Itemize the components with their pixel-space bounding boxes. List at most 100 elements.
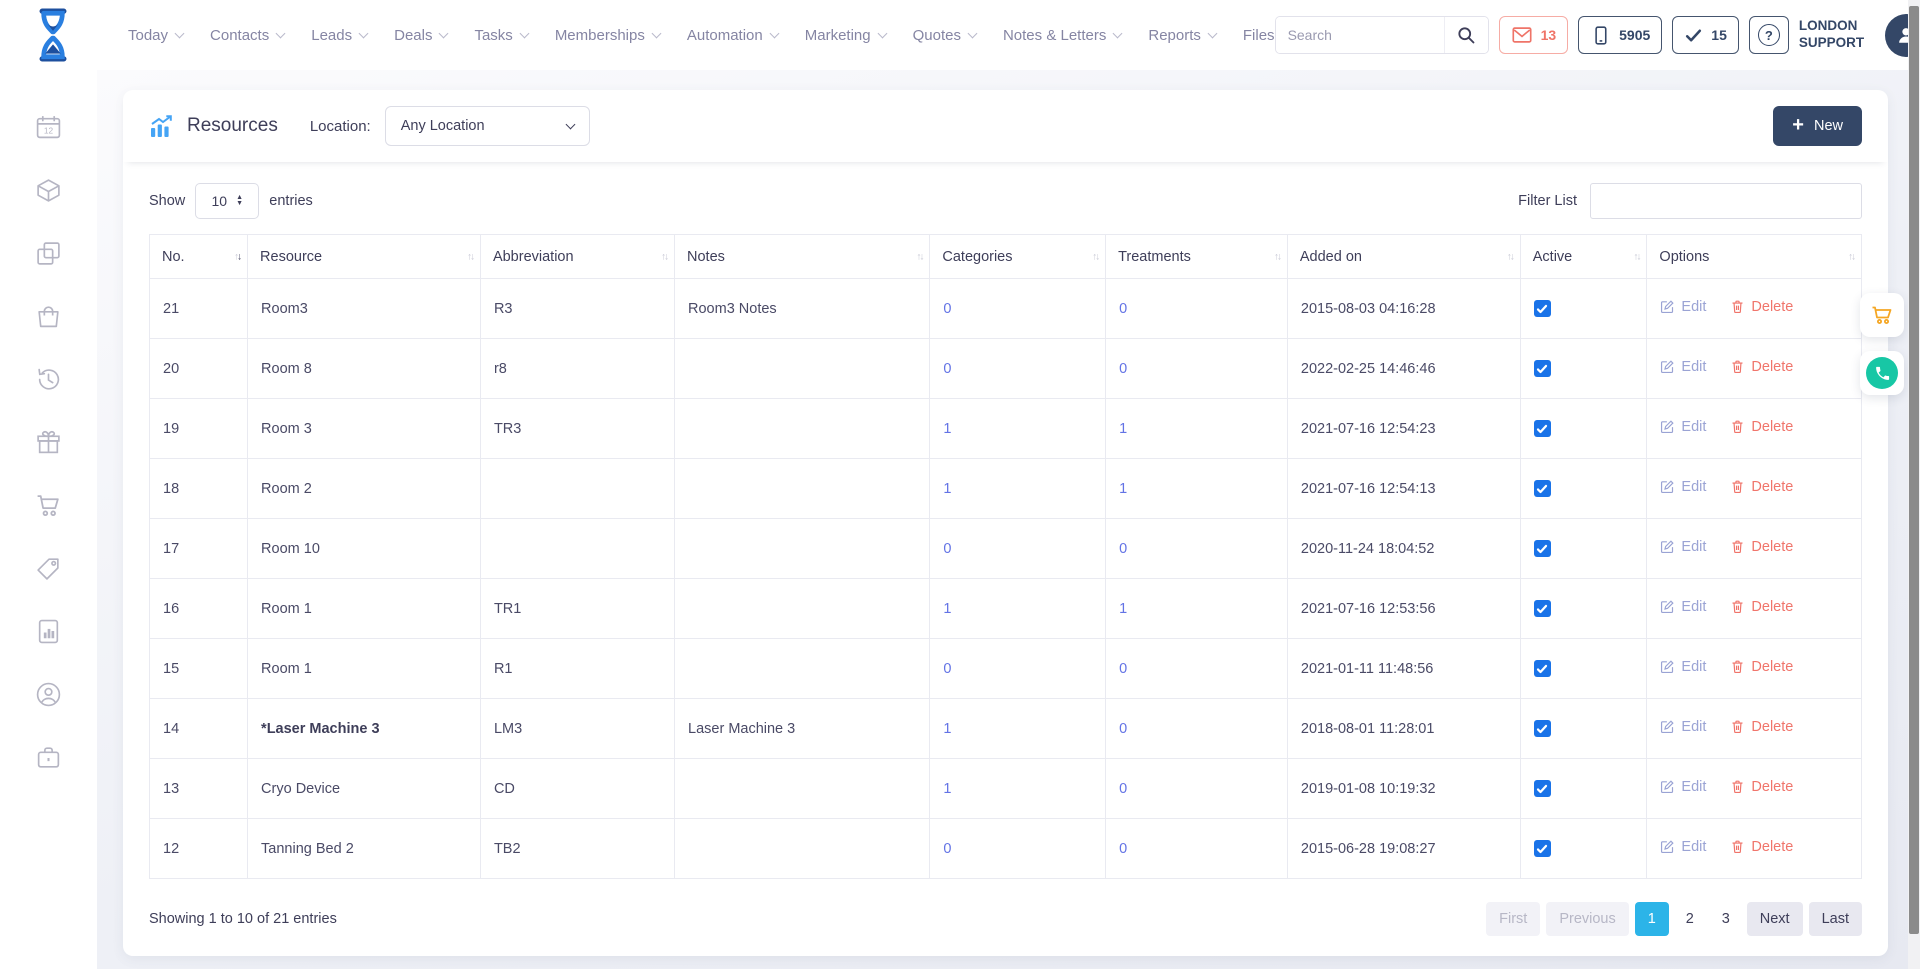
categories-count-link[interactable]: 0 [943, 661, 951, 677]
active-checkbox[interactable] [1534, 480, 1551, 497]
page-button-next[interactable]: Next [1747, 902, 1803, 936]
edit-button[interactable]: Edit [1660, 359, 1706, 375]
active-checkbox[interactable] [1534, 540, 1551, 557]
edit-button[interactable]: Edit [1660, 539, 1706, 555]
column-header-no-[interactable]: No.↑↓ [150, 235, 248, 279]
delete-button[interactable]: Delete [1730, 719, 1793, 735]
treatments-count-link[interactable]: 0 [1119, 661, 1127, 677]
treatments-count-link[interactable]: 0 [1119, 361, 1127, 377]
active-checkbox[interactable] [1534, 780, 1551, 797]
categories-count-link[interactable]: 0 [943, 841, 951, 857]
treatments-count-link[interactable]: 1 [1119, 481, 1127, 497]
column-header-active[interactable]: Active↑↓ [1520, 235, 1647, 279]
edit-button[interactable]: Edit [1660, 479, 1706, 495]
phone-notifications-badge[interactable]: 5905 [1578, 16, 1662, 54]
search-button[interactable] [1444, 17, 1488, 53]
app-logo[interactable] [30, 7, 76, 63]
tasks-badge[interactable]: 15 [1672, 16, 1739, 54]
treatments-count-link[interactable]: 0 [1119, 541, 1127, 557]
nav-item-contacts[interactable]: Contacts [210, 27, 284, 44]
filter-input[interactable] [1590, 183, 1862, 219]
mail-notifications-badge[interactable]: 13 [1499, 16, 1569, 54]
edit-button[interactable]: Edit [1660, 659, 1706, 675]
edit-button[interactable]: Edit [1660, 419, 1706, 435]
sidebar-item-gift[interactable] [35, 429, 62, 456]
delete-button[interactable]: Delete [1730, 539, 1793, 555]
nav-item-quotes[interactable]: Quotes [913, 27, 976, 44]
help-button[interactable]: ? [1749, 16, 1789, 54]
nav-item-memberships[interactable]: Memberships [555, 27, 660, 44]
categories-count-link[interactable]: 1 [943, 481, 951, 497]
active-checkbox[interactable] [1534, 420, 1551, 437]
page-button-1[interactable]: 1 [1635, 902, 1669, 936]
sidebar-item-case[interactable] [35, 744, 62, 771]
active-checkbox[interactable] [1534, 600, 1551, 617]
sidebar-item-tag[interactable] [35, 555, 62, 582]
treatments-count-link[interactable]: 1 [1119, 421, 1127, 437]
delete-button[interactable]: Delete [1730, 659, 1793, 675]
cart-floating-button[interactable] [1860, 293, 1904, 337]
edit-button[interactable]: Edit [1660, 719, 1706, 735]
sidebar-item-cart[interactable] [35, 492, 62, 519]
page-button-2[interactable]: 2 [1675, 902, 1705, 936]
edit-button[interactable]: Edit [1660, 299, 1706, 315]
sidebar-item-support[interactable] [35, 681, 62, 708]
sidebar-item-report[interactable] [35, 618, 62, 645]
active-checkbox[interactable] [1534, 360, 1551, 377]
delete-button[interactable]: Delete [1730, 479, 1793, 495]
active-checkbox[interactable] [1534, 720, 1551, 737]
active-checkbox[interactable] [1534, 840, 1551, 857]
edit-button[interactable]: Edit [1660, 599, 1706, 615]
column-header-added-on[interactable]: Added on↑↓ [1287, 235, 1520, 279]
delete-button[interactable]: Delete [1730, 839, 1793, 855]
nav-item-deals[interactable]: Deals [394, 27, 447, 44]
new-resource-button[interactable]: + New [1773, 106, 1862, 146]
nav-item-tasks[interactable]: Tasks [474, 27, 527, 44]
sidebar-item-bag[interactable] [35, 303, 62, 330]
treatments-count-link[interactable]: 0 [1119, 301, 1127, 317]
treatments-count-link[interactable]: 0 [1119, 721, 1127, 737]
treatments-count-link[interactable]: 0 [1119, 781, 1127, 797]
delete-button[interactable]: Delete [1730, 359, 1793, 375]
delete-button[interactable]: Delete [1730, 299, 1793, 315]
categories-count-link[interactable]: 1 [943, 601, 951, 617]
search-input[interactable] [1276, 17, 1444, 53]
categories-count-link[interactable]: 1 [943, 781, 951, 797]
sidebar-item-calendar[interactable]: 12 [35, 114, 62, 141]
nav-item-reports[interactable]: Reports [1148, 27, 1216, 44]
page-size-select[interactable]: 10 ▲▼ [195, 183, 259, 219]
nav-item-leads[interactable]: Leads [311, 27, 367, 44]
page-button-previous[interactable]: Previous [1546, 902, 1628, 936]
scrollbar-thumb[interactable] [1909, 6, 1919, 934]
column-header-treatments[interactable]: Treatments↑↓ [1106, 235, 1288, 279]
categories-count-link[interactable]: 1 [943, 721, 951, 737]
column-header-options[interactable]: Options↑↓ [1647, 235, 1862, 279]
categories-count-link[interactable]: 0 [943, 541, 951, 557]
sidebar-item-package[interactable] [35, 177, 62, 204]
delete-button[interactable]: Delete [1730, 419, 1793, 435]
nav-item-notes-letters[interactable]: Notes & Letters [1003, 27, 1121, 44]
categories-count-link[interactable]: 0 [943, 301, 951, 317]
page-button-first[interactable]: First [1486, 902, 1540, 936]
edit-button[interactable]: Edit [1660, 839, 1706, 855]
nav-item-automation[interactable]: Automation [687, 27, 778, 44]
column-header-abbreviation[interactable]: Abbreviation↑↓ [480, 235, 674, 279]
nav-item-marketing[interactable]: Marketing [805, 27, 886, 44]
page-button-last[interactable]: Last [1809, 902, 1862, 936]
categories-count-link[interactable]: 0 [943, 361, 951, 377]
active-checkbox[interactable] [1534, 660, 1551, 677]
phone-floating-button[interactable] [1860, 351, 1904, 395]
nav-item-today[interactable]: Today [128, 27, 183, 44]
page-button-3[interactable]: 3 [1711, 902, 1741, 936]
treatments-count-link[interactable]: 0 [1119, 841, 1127, 857]
treatments-count-link[interactable]: 1 [1119, 601, 1127, 617]
delete-button[interactable]: Delete [1730, 599, 1793, 615]
column-header-resource[interactable]: Resource↑↓ [248, 235, 481, 279]
categories-count-link[interactable]: 1 [943, 421, 951, 437]
delete-button[interactable]: Delete [1730, 779, 1793, 795]
column-header-notes[interactable]: Notes↑↓ [675, 235, 930, 279]
location-select[interactable]: Any Location [385, 106, 590, 146]
nav-item-files[interactable]: Files [1243, 27, 1275, 44]
sidebar-item-copy[interactable] [35, 240, 62, 267]
edit-button[interactable]: Edit [1660, 779, 1706, 795]
